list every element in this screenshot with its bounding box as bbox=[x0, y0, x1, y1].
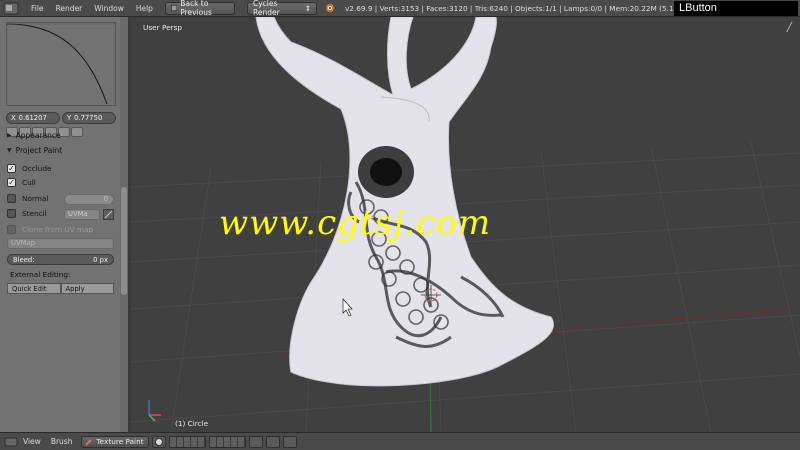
occlude-row[interactable]: ✓ Occlude bbox=[7, 164, 52, 173]
uvmap-select[interactable]: UVMap bbox=[7, 238, 114, 249]
stencil-label: Stencil bbox=[22, 209, 47, 218]
viewport-header: View Brush Texture Paint bbox=[0, 432, 800, 450]
curve-y-value: 0.77750 bbox=[74, 114, 103, 122]
render-preview-icon[interactable] bbox=[266, 435, 281, 448]
cull-label: Cull bbox=[22, 178, 36, 187]
dropdown-arrows-icon: ⇕ bbox=[304, 3, 311, 13]
stencil-image-icon[interactable] bbox=[103, 209, 114, 220]
stencil-checkbox[interactable] bbox=[7, 209, 16, 218]
expanded-triangle-icon: ▼ bbox=[7, 146, 12, 154]
brush-menu[interactable]: Brush bbox=[46, 437, 78, 446]
quick-edit-button[interactable]: Quick Edit bbox=[7, 283, 61, 294]
menu-help[interactable]: Help bbox=[130, 4, 159, 13]
texture-paint-icon bbox=[85, 438, 93, 446]
tool-shelf-panel: X 0.61207 Y 0.77750 ▶ Appearance ▼ Proje… bbox=[0, 17, 128, 432]
normal-angle-field[interactable]: 0 bbox=[64, 194, 114, 205]
bleed-field[interactable]: Bleed: 0 px bbox=[7, 254, 114, 265]
pivot-icon[interactable] bbox=[249, 435, 264, 448]
apply-button[interactable]: Apply bbox=[60, 283, 114, 294]
panel-scrollbar[interactable] bbox=[120, 17, 128, 432]
external-editing-label: External Editing: bbox=[10, 270, 71, 279]
key-overlay: LButton bbox=[674, 1, 798, 16]
cull-checkbox[interactable]: ✓ bbox=[7, 178, 16, 187]
normal-label: Normal bbox=[22, 194, 49, 203]
bleed-label: Bleed: bbox=[13, 255, 35, 264]
axis-gizmo bbox=[148, 400, 161, 422]
viewport-split-icon[interactable]: ╱ bbox=[787, 23, 792, 33]
view-perspective-label: User Persp bbox=[143, 23, 183, 32]
external-editing-buttons: Quick Edit Apply bbox=[7, 283, 114, 294]
top-menu-bar: File Render Window Help Back to Previous… bbox=[0, 0, 800, 17]
clone-row[interactable]: Clone from UV map bbox=[7, 225, 93, 234]
render-engine-label: Cycles Render bbox=[252, 0, 280, 17]
cull-row[interactable]: ✓ Cull bbox=[7, 178, 36, 187]
menu-window[interactable]: Window bbox=[88, 4, 130, 13]
render-engine-select[interactable]: Cycles Render ⇕ bbox=[246, 0, 317, 17]
falloff-curve bbox=[6, 23, 115, 105]
brush-curve-editor[interactable] bbox=[6, 22, 116, 106]
curve-point-coords: X 0.61207 Y 0.77750 bbox=[6, 112, 116, 124]
shading-select[interactable] bbox=[152, 435, 167, 448]
3d-viewport[interactable]: User Persp (1) Circle www.cgtsj.com ╱ bbox=[131, 17, 800, 432]
layer-buttons-b[interactable] bbox=[209, 435, 247, 448]
appearance-section-header[interactable]: ▶ Appearance bbox=[0, 129, 128, 141]
occlude-label: Occlude bbox=[22, 164, 52, 173]
curve-x-label: X bbox=[11, 114, 16, 122]
bleed-value: 0 px bbox=[93, 255, 108, 264]
curve-x-value: 0.61207 bbox=[18, 114, 47, 122]
curve-y-label: Y bbox=[67, 114, 72, 122]
mode-label: Texture Paint bbox=[96, 437, 144, 446]
clone-checkbox[interactable] bbox=[7, 225, 16, 234]
project-paint-section-header[interactable]: ▼ Project Paint bbox=[0, 144, 128, 156]
stencil-row[interactable]: Stencil bbox=[7, 209, 47, 218]
blender-logo-icon bbox=[325, 4, 334, 12]
active-object-label: (1) Circle bbox=[175, 419, 209, 428]
scrollbar-thumb[interactable] bbox=[121, 187, 127, 295]
layer-buttons-a[interactable] bbox=[169, 435, 207, 448]
camera-icon[interactable] bbox=[283, 435, 298, 448]
normal-row[interactable]: Normal bbox=[7, 194, 48, 203]
back-to-previous-label: Back to Previous bbox=[180, 0, 212, 17]
watermark-text: www.cgtsj.com bbox=[219, 203, 492, 243]
clone-label: Clone from UV map bbox=[22, 225, 94, 234]
back-arrow-icon bbox=[170, 4, 178, 12]
collapsed-triangle-icon: ▶ bbox=[7, 131, 12, 139]
back-to-previous-button[interactable]: Back to Previous bbox=[164, 0, 235, 17]
mode-select[interactable]: Texture Paint bbox=[81, 435, 150, 448]
menu-render[interactable]: Render bbox=[50, 4, 89, 13]
editor-type-icon[interactable] bbox=[4, 437, 18, 447]
normal-checkbox[interactable] bbox=[7, 194, 16, 203]
appearance-label: Appearance bbox=[15, 130, 61, 140]
menu-file[interactable]: File bbox=[25, 4, 50, 13]
project-paint-label: Project Paint bbox=[15, 145, 63, 155]
occlude-checkbox[interactable]: ✓ bbox=[7, 164, 16, 173]
view-menu[interactable]: View bbox=[18, 437, 46, 446]
scene-stats: v2.69.9 | Verts:3153 | Faces:3120 | Tris… bbox=[344, 3, 715, 13]
curve-x-field[interactable]: X 0.61207 bbox=[6, 112, 60, 124]
stencil-uv-select[interactable]: UVMa bbox=[64, 209, 100, 220]
curve-y-field[interactable]: Y 0.77750 bbox=[62, 112, 116, 124]
editor-type-icon[interactable] bbox=[3, 2, 19, 15]
